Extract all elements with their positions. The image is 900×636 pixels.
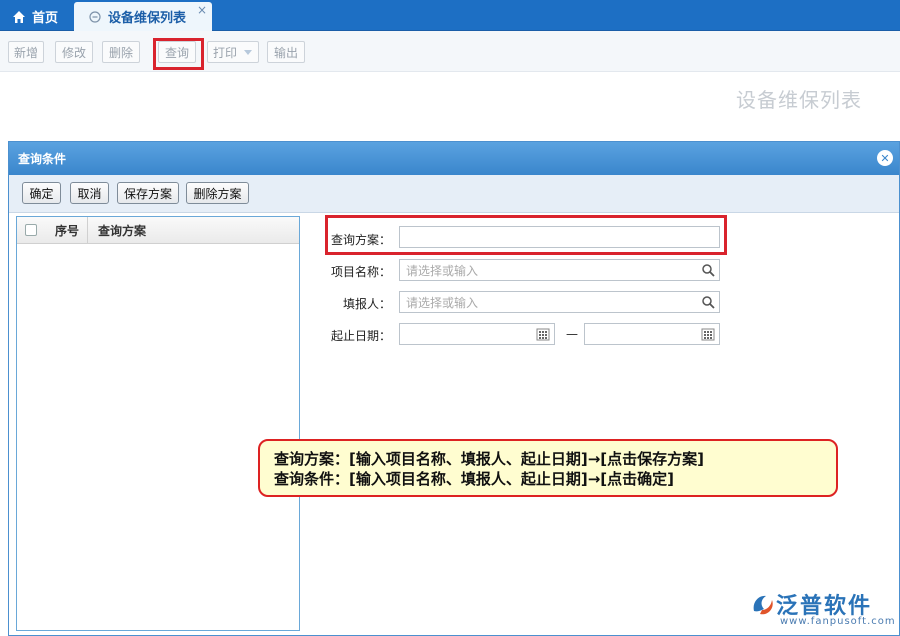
reporter-label: 填报人： bbox=[342, 297, 391, 311]
project-name-input[interactable]: 请选择或输入 bbox=[399, 259, 720, 281]
delete-button[interactable]: 删除 bbox=[102, 41, 140, 63]
search-icon[interactable] bbox=[701, 295, 715, 309]
delete-scheme-button[interactable]: 删除方案 bbox=[186, 182, 249, 204]
dialog-title: 查询条件 bbox=[18, 152, 67, 166]
dialog-header: 查询条件 ✕ bbox=[9, 142, 899, 175]
column-scheme: 查询方案 bbox=[98, 223, 147, 238]
search-icon[interactable] bbox=[701, 263, 715, 277]
edit-button[interactable]: 修改 bbox=[55, 41, 93, 63]
date-separator: — bbox=[566, 327, 578, 341]
reporter-input[interactable]: 请选择或输入 bbox=[399, 291, 720, 313]
dialog-toolbar: 确定 取消 保存方案 删除方案 bbox=[9, 175, 899, 213]
scheme-list: 序号 查询方案 bbox=[16, 216, 300, 631]
calendar-icon[interactable] bbox=[536, 327, 550, 341]
tab-home-label: 首页 bbox=[32, 11, 59, 26]
tab-equipment-maintenance[interactable]: 设备维保列表 × bbox=[74, 2, 212, 31]
page-heading: 设备维保列表 bbox=[736, 88, 862, 112]
print-button[interactable]: 打印 bbox=[207, 41, 259, 63]
confirm-button[interactable]: 确定 bbox=[22, 182, 61, 204]
tab-home[interactable]: 首页 bbox=[0, 2, 71, 31]
query-highlight-box bbox=[153, 38, 204, 70]
brand-watermark: 泛普软件 www.fanpusoft.com bbox=[750, 588, 895, 634]
cancel-button[interactable]: 取消 bbox=[70, 182, 109, 204]
query-dialog: 查询条件 ✕ 确定 取消 保存方案 删除方案 序号 查询方案 查询方案： 项目名… bbox=[8, 141, 900, 636]
tab-bar: 首页 设备维保列表 × bbox=[0, 0, 900, 31]
instruction-callout: 查询方案：[输入项目名称、填报人、起止日期]→[点击保存方案] 查询条件：[输入… bbox=[258, 439, 838, 497]
calendar-icon[interactable] bbox=[701, 327, 715, 341]
add-button[interactable]: 新增 bbox=[8, 41, 44, 63]
home-icon bbox=[12, 10, 26, 24]
callout-line-2: 查询条件：[输入项目名称、填报人、起止日期]→[点击确定] bbox=[274, 470, 674, 488]
dialog-close-icon[interactable]: ✕ bbox=[877, 150, 893, 166]
save-scheme-button[interactable]: 保存方案 bbox=[117, 182, 179, 204]
toolbar: 新增 修改 删除 查询 打印 输出 bbox=[0, 31, 900, 72]
page-icon bbox=[88, 10, 102, 24]
brand-url: www.fanpusoft.com bbox=[780, 616, 896, 627]
date-range-label: 起止日期： bbox=[330, 329, 391, 343]
export-button[interactable]: 输出 bbox=[267, 41, 305, 63]
tab-active-label: 设备维保列表 bbox=[108, 11, 187, 26]
start-date-input[interactable] bbox=[399, 323, 555, 345]
dropdown-arrow-icon bbox=[244, 50, 252, 55]
scheme-list-header: 序号 查询方案 bbox=[17, 216, 299, 244]
end-date-input[interactable] bbox=[584, 323, 720, 345]
project-name-label: 项目名称： bbox=[330, 265, 391, 279]
brand-logo-icon bbox=[753, 595, 773, 615]
select-all-checkbox[interactable] bbox=[25, 224, 37, 236]
scheme-highlight-box bbox=[325, 215, 727, 255]
close-icon[interactable]: × bbox=[197, 3, 207, 17]
callout-line-1: 查询方案：[输入项目名称、填报人、起止日期]→[点击保存方案] bbox=[274, 450, 704, 468]
reporter-placeholder: 请选择或输入 bbox=[406, 295, 479, 310]
column-seq: 序号 bbox=[55, 223, 80, 238]
print-label: 打印 bbox=[213, 45, 238, 60]
project-name-placeholder: 请选择或输入 bbox=[406, 263, 479, 278]
